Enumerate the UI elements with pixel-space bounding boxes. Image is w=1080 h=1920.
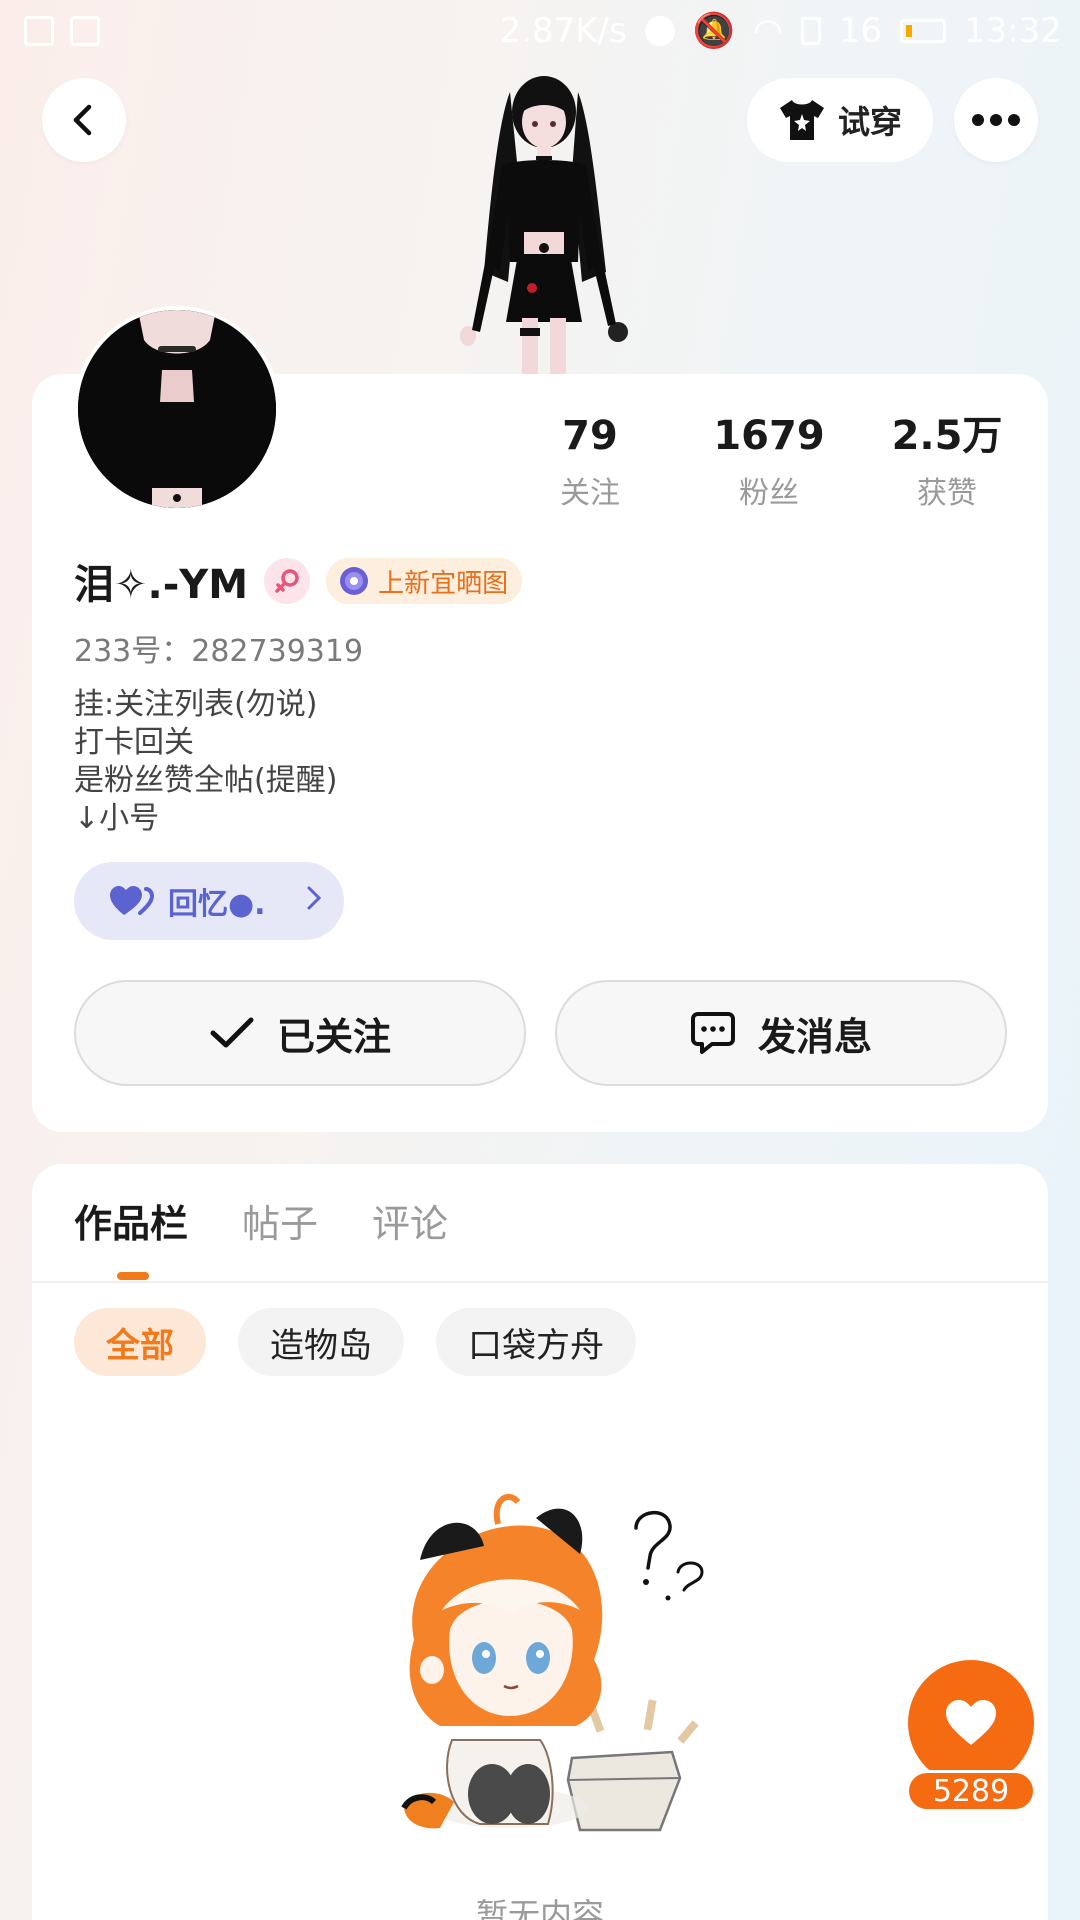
filter-pocket-ark[interactable]: 口袋方舟 <box>436 1308 636 1376</box>
tab-comments[interactable]: 评论 <box>372 1196 448 1252</box>
empty-state-illustration <box>401 1494 704 1832</box>
check-icon <box>210 1017 254 1048</box>
follow-button[interactable]: 已关注 <box>74 980 526 1086</box>
filter-chips: 全部 造物岛 口袋方舟 <box>74 1308 636 1376</box>
chevron-right-icon <box>306 884 322 919</box>
memory-chip-label: 回忆●. <box>168 887 266 922</box>
bio-line: 是粉丝赞全帖(提醒) <box>74 763 338 798</box>
likes-label: 获赞 <box>917 476 977 511</box>
likes-count: 2.5万 <box>891 413 1003 459</box>
notification-icon <box>24 16 54 46</box>
follow-label: 已关注 <box>276 1014 391 1059</box>
more-dots-icon <box>972 114 1020 126</box>
bio-line: ↓小号 <box>74 801 160 836</box>
mute-icon: 🔕 <box>692 11 736 51</box>
sim-icon <box>800 17 821 45</box>
following-label: 关注 <box>560 476 620 511</box>
tab-bar: 作品栏 帖子 评论 <box>74 1196 448 1252</box>
title-badge-label: 上新宜晒图 <box>378 568 509 599</box>
network-speed: 2.87K/s <box>499 11 627 51</box>
image-icon <box>70 16 100 46</box>
bio: 挂:关注列表(勿说) 打卡回关 是粉丝赞全帖(提醒) ↓小号 <box>74 686 337 838</box>
signal-text: 16 <box>838 11 883 51</box>
wifi-icon: ◠ <box>753 11 783 51</box>
filter-all[interactable]: 全部 <box>74 1308 206 1376</box>
tshirt-icon <box>779 100 824 140</box>
female-icon <box>264 558 311 604</box>
try-on-button[interactable]: 试穿 <box>747 78 933 162</box>
avatar[interactable] <box>74 306 280 512</box>
username-row: 泪✧.-YM 上新宜晒图 <box>74 555 523 608</box>
status-bar: 2.87K/s 🔕 ◠ 16 13:32 <box>0 0 1080 62</box>
bio-line: 挂:关注列表(勿说) <box>74 687 318 722</box>
try-on-label: 试穿 <box>837 103 902 141</box>
badge-emblem-icon <box>340 567 369 595</box>
avatar-image <box>78 310 276 508</box>
like-button[interactable] <box>908 1660 1034 1786</box>
tab-indicator <box>117 1272 149 1280</box>
message-button[interactable]: 发消息 <box>555 980 1007 1086</box>
tab-works[interactable]: 作品栏 <box>74 1196 188 1252</box>
following-count: 79 <box>562 413 618 459</box>
character-figure[interactable] <box>438 62 648 374</box>
dnd-icon <box>644 16 675 46</box>
tab-posts[interactable]: 帖子 <box>242 1196 318 1252</box>
battery-icon <box>900 19 947 43</box>
followers-label: 粉丝 <box>739 476 799 511</box>
bio-line: 打卡回关 <box>74 725 194 760</box>
stat-likes[interactable]: 2.5万 获赞 <box>862 408 1032 512</box>
message-label: 发消息 <box>757 1014 872 1059</box>
like-count: 5289 <box>906 1770 1036 1812</box>
stat-followers[interactable]: 1679 粉丝 <box>684 408 854 512</box>
filter-creation-island[interactable]: 造物岛 <box>238 1308 404 1376</box>
clock: 13:32 <box>964 11 1062 51</box>
heart-icon <box>946 1700 996 1745</box>
stat-following[interactable]: 79 关注 <box>505 408 675 512</box>
more-button[interactable] <box>954 78 1038 162</box>
followers-count: 1679 <box>713 413 825 459</box>
memory-chip[interactable]: 回忆●. <box>74 862 344 940</box>
title-badge[interactable]: 上新宜晒图 <box>326 558 523 604</box>
tab-divider <box>32 1281 1048 1283</box>
chat-bubble-icon <box>690 1012 735 1054</box>
empty-state-text: 暂无内容 <box>475 1896 604 1920</box>
username: 泪✧.-YM <box>74 562 249 608</box>
chevron-left-icon <box>73 104 92 136</box>
user-id[interactable]: 233号：282739319 <box>74 626 363 670</box>
double-heart-icon <box>110 886 154 915</box>
back-button[interactable] <box>42 78 126 162</box>
